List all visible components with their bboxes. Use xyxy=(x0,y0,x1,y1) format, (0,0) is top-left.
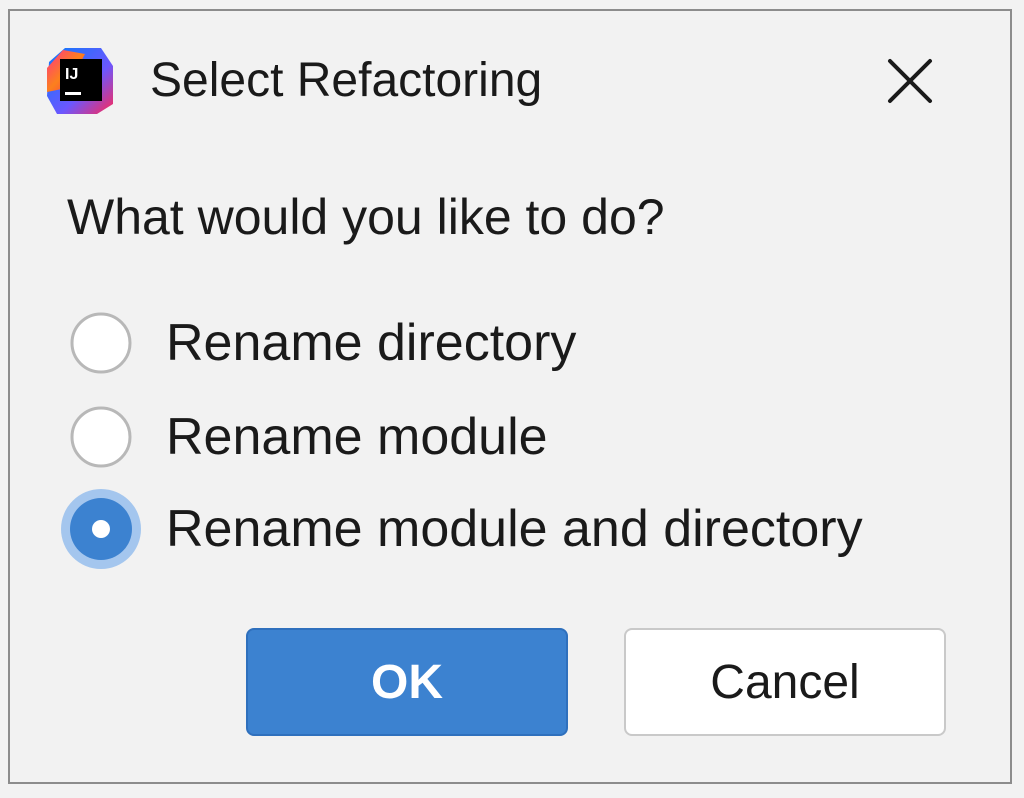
select-refactoring-dialog: IJ Select Refactoring What would you lik… xyxy=(8,9,1012,784)
option-rename-directory[interactable]: Rename directory xyxy=(70,303,576,383)
option-rename-module[interactable]: Rename module xyxy=(70,397,548,477)
title-bar: IJ Select Refactoring xyxy=(10,11,1010,141)
option-label: Rename module and directory xyxy=(166,500,863,558)
radio-button[interactable] xyxy=(70,312,132,374)
ok-button[interactable]: OK xyxy=(246,628,568,736)
option-label: Rename directory xyxy=(166,314,577,372)
app-icon-text: IJ xyxy=(65,66,78,83)
radio-button[interactable] xyxy=(70,406,132,468)
dialog-title: Select Refactoring xyxy=(150,54,543,107)
intellij-idea-icon: IJ xyxy=(47,48,113,114)
option-label: Rename module xyxy=(166,408,548,466)
close-icon[interactable] xyxy=(882,53,938,109)
radio-button-selected[interactable] xyxy=(58,486,144,572)
prompt-label: What would you like to do? xyxy=(67,189,665,245)
cancel-button[interactable]: Cancel xyxy=(624,628,946,736)
option-rename-module-and-directory[interactable]: Rename module and directory xyxy=(61,489,863,569)
